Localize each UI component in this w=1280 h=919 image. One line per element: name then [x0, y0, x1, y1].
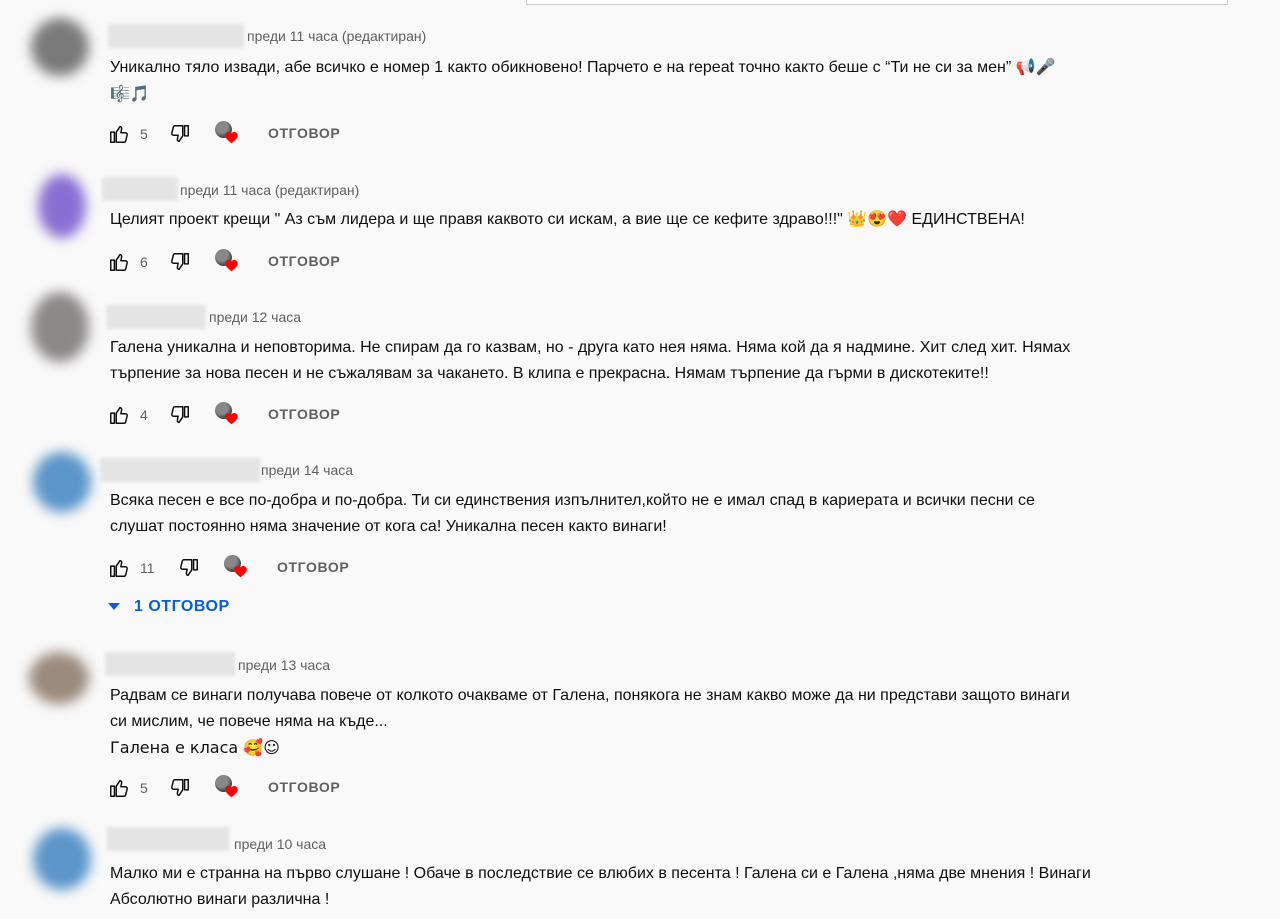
comment-text: Галена уникална и неповторима. Не спирам…	[110, 339, 1071, 356]
comment-text: търпение за нова песен и не съжалявам за…	[110, 365, 989, 382]
reply-button[interactable]: ОТГОВОР	[268, 125, 340, 141]
avatar[interactable]	[29, 652, 89, 704]
heart-icon	[225, 260, 238, 272]
author-name[interactable]	[102, 177, 178, 201]
author-name[interactable]	[107, 827, 229, 851]
like-icon[interactable]	[108, 777, 130, 799]
comment-timestamp[interactable]: преди 11 часа (редактиран)	[247, 28, 426, 44]
comment-text: Уникално тяло извади, абе всичко е номер…	[110, 59, 1056, 76]
creator-heart	[224, 555, 250, 579]
author-name[interactable]	[108, 24, 244, 48]
comment-text: Всяка песен е все по-добра и по-добра. Т…	[110, 492, 1035, 509]
search-bar-edge	[526, 0, 1228, 5]
reply-button[interactable]: ОТГОВОР	[268, 253, 340, 269]
like-count: 5	[140, 780, 148, 796]
like-icon[interactable]	[108, 251, 130, 273]
comment-actions: 6 ОТГОВОР	[108, 249, 508, 275]
comment-text: Радвам се винаги получава повече от колк…	[110, 687, 1070, 704]
comment-timestamp[interactable]: преди 11 часа (редактиран)	[180, 182, 359, 198]
author-name[interactable]	[106, 305, 206, 329]
avatar[interactable]	[31, 292, 89, 362]
comment-actions: 4 ОТГОВОР	[108, 402, 508, 428]
comment-text: 🎼🎵	[110, 84, 150, 103]
heart-icon	[234, 566, 247, 578]
like-icon[interactable]	[108, 557, 130, 579]
comment-timestamp[interactable]: преди 12 часа	[209, 309, 301, 325]
like-count: 6	[140, 254, 148, 270]
avatar[interactable]	[33, 452, 91, 512]
author-name[interactable]	[105, 652, 235, 676]
dislike-icon[interactable]	[178, 557, 200, 579]
reply-button[interactable]: ОТГОВОР	[268, 779, 340, 795]
comment-actions: 5 ОТГОВОР	[108, 775, 508, 801]
creator-heart	[215, 249, 241, 273]
replies-count-label: 1 ОТГОВОР	[134, 598, 230, 615]
creator-heart	[215, 402, 241, 426]
dislike-icon[interactable]	[169, 777, 191, 799]
dislike-icon[interactable]	[169, 251, 191, 273]
comment-text: Абсолютно винаги различна !	[110, 891, 330, 908]
like-count: 4	[140, 407, 148, 423]
dislike-icon[interactable]	[169, 404, 191, 426]
heart-icon	[225, 413, 238, 425]
avatar[interactable]	[38, 174, 86, 238]
comment-actions: 5 ОТГОВОР	[108, 121, 508, 147]
like-count: 5	[140, 126, 148, 142]
like-icon[interactable]	[108, 123, 130, 145]
reply-button[interactable]: ОТГОВОР	[277, 559, 349, 575]
comment-text: Целият проект крещи " Аз съм лидера и ще…	[110, 211, 1025, 228]
reply-button[interactable]: ОТГОВОР	[268, 406, 340, 422]
author-name[interactable]	[100, 458, 260, 482]
heart-icon	[225, 132, 238, 144]
comment-actions: 11 ОТГОВОР	[108, 555, 508, 581]
creator-heart	[215, 775, 241, 799]
comment-text: Галена е класа 🥰☺	[110, 738, 280, 757]
avatar[interactable]	[33, 828, 91, 890]
creator-heart	[215, 121, 241, 145]
like-icon[interactable]	[108, 404, 130, 426]
comment-timestamp[interactable]: преди 13 часа	[238, 657, 330, 673]
comment-text: Малко ми е странна на първо слушане ! Об…	[110, 865, 1091, 882]
avatar[interactable]	[31, 18, 89, 76]
dislike-icon[interactable]	[169, 123, 191, 145]
comment-timestamp[interactable]: преди 10 часа	[234, 836, 326, 852]
view-replies-button[interactable]: 1 ОТГОВОР	[108, 598, 230, 616]
heart-icon	[225, 786, 238, 798]
comment-text: слушат постоянно няма значение от кога с…	[110, 518, 667, 535]
like-count: 11	[140, 560, 155, 576]
comment-text: си мислим, че повече няма на къде...	[110, 713, 388, 730]
comment-timestamp[interactable]: преди 14 часа	[261, 462, 353, 478]
caret-down-icon	[108, 603, 120, 611]
